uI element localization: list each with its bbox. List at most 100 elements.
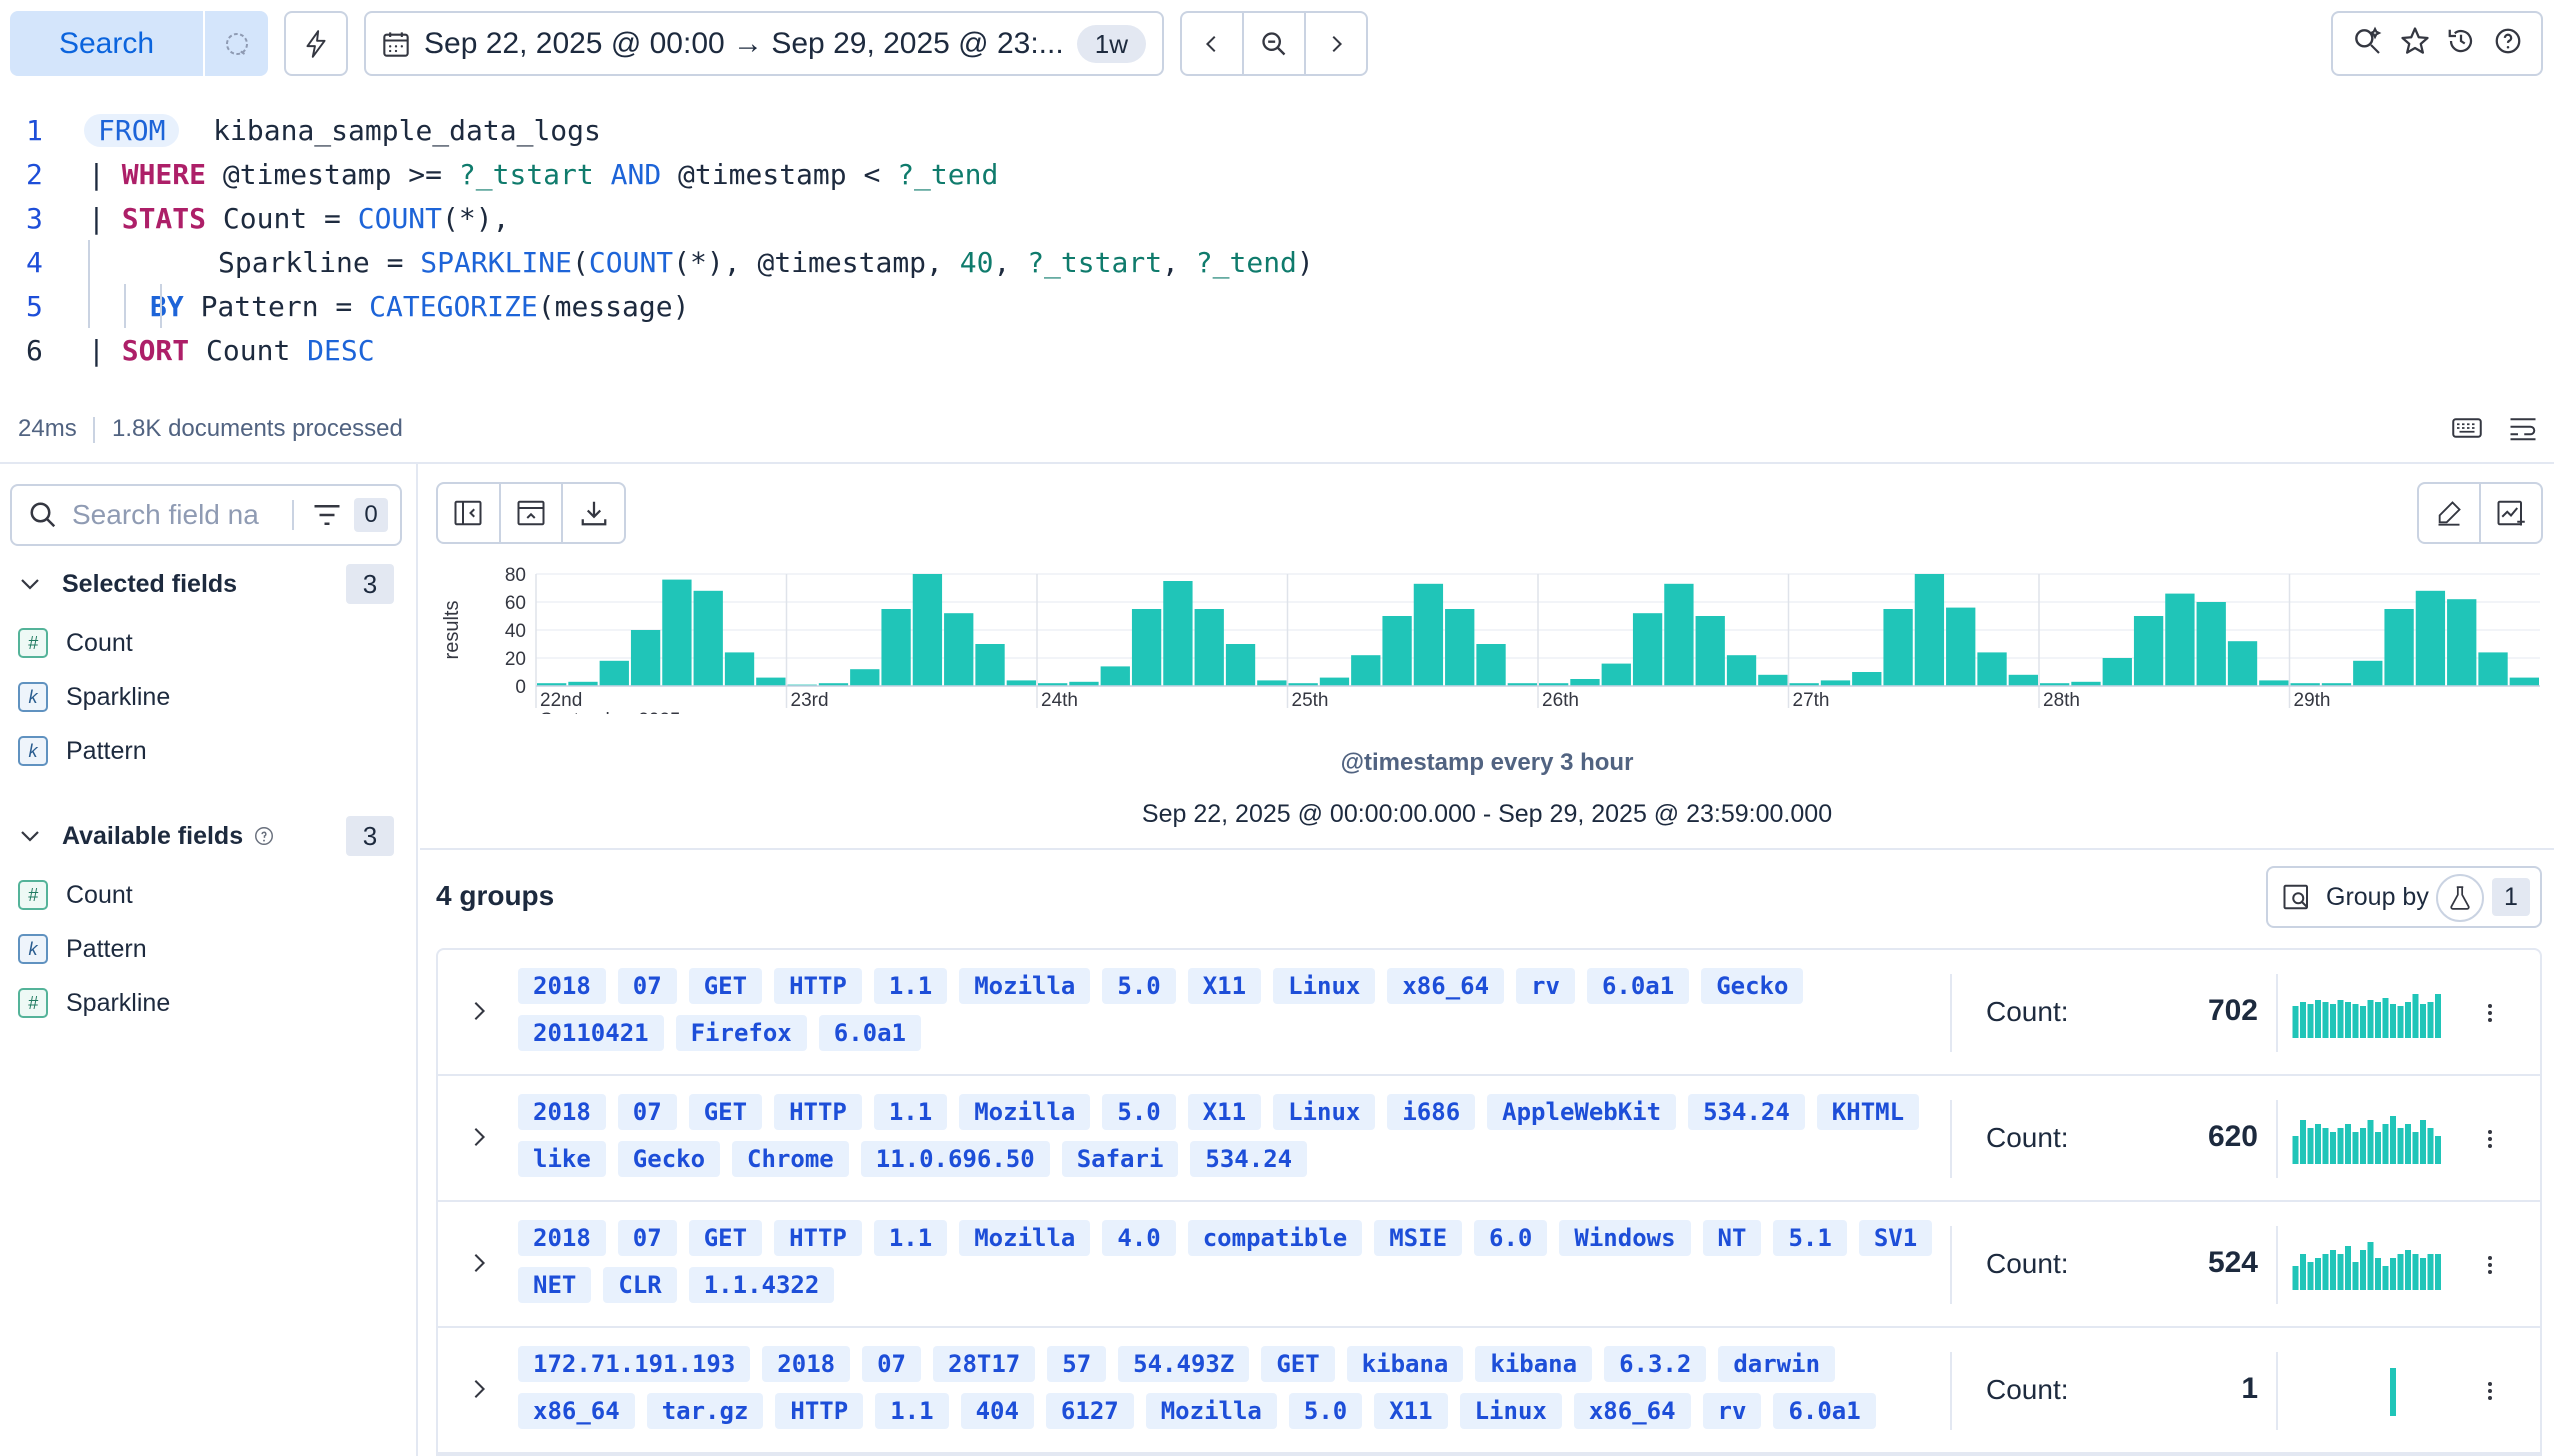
histogram-bar[interactable]: [693, 590, 723, 686]
histogram-bar[interactable]: [2008, 674, 2038, 686]
histogram-bar[interactable]: [2165, 593, 2195, 686]
histogram-bar[interactable]: [1131, 609, 1162, 686]
histogram-bar[interactable]: [756, 677, 786, 686]
keyboard-icon[interactable]: [2452, 414, 2482, 447]
group-row[interactable]: 2018 07 GET HTTP 1.1 Mozilla 4.0 compatible MSIE…: [438, 1202, 2540, 1328]
histogram-bar[interactable]: [1820, 680, 1851, 686]
histogram-bar[interactable]: [2384, 609, 2414, 686]
sparkline-bar: [2360, 1250, 2366, 1290]
ai-assist-icon[interactable]: [2351, 25, 2383, 62]
histogram-bar[interactable]: [1977, 652, 2007, 686]
download-button[interactable]: [563, 484, 624, 542]
code-token: @timestamp >=: [206, 157, 459, 191]
histogram-bar[interactable]: [2509, 677, 2539, 686]
histogram-bar[interactable]: [1695, 616, 1725, 686]
expand-chevron-icon[interactable]: [464, 996, 494, 1026]
search-button[interactable]: Search: [10, 11, 203, 76]
histogram-bar[interactable]: [662, 579, 692, 686]
histogram-bar[interactable]: [850, 669, 880, 686]
histogram-bar[interactable]: [599, 660, 629, 686]
histogram-bar[interactable]: [2353, 660, 2383, 686]
histogram-bar[interactable]: [1351, 655, 1381, 686]
histogram-bar[interactable]: [2133, 616, 2164, 686]
histogram-bar[interactable]: [1445, 609, 1475, 686]
histogram-bar[interactable]: [975, 644, 1005, 686]
histogram-bar[interactable]: [2102, 658, 2132, 686]
history-icon[interactable]: [2446, 26, 2476, 61]
sparkline-bar: [2375, 1132, 2381, 1164]
row-actions-kebab-icon[interactable]: [2480, 998, 2500, 1028]
row-actions-kebab-icon[interactable]: [2480, 1124, 2500, 1154]
filter-count[interactable]: 0: [354, 498, 388, 532]
histogram-bar[interactable]: [1570, 679, 1600, 686]
histogram-bar[interactable]: [1413, 583, 1444, 686]
histogram-bar[interactable]: [1476, 644, 1506, 686]
group-by-button[interactable]: Group by 1: [2266, 866, 2542, 928]
field-item-count[interactable]: # Count: [18, 880, 133, 910]
field-item-pattern[interactable]: k Pattern: [18, 736, 147, 766]
edit-visualization-button[interactable]: [2419, 484, 2481, 542]
histogram-bar[interactable]: [1664, 583, 1694, 686]
y-tick-label: 0: [515, 677, 526, 698]
histogram-bar[interactable]: [1883, 609, 1913, 686]
date-picker[interactable]: Sep 22, 2025 @ 00:00 → Sep 29, 2025 @ 23…: [364, 11, 1164, 76]
expand-chevron-icon[interactable]: [464, 1374, 494, 1404]
histogram-bar[interactable]: [2447, 599, 2477, 686]
histogram-bar[interactable]: [1100, 666, 1130, 686]
histogram-bar[interactable]: [724, 652, 755, 686]
pencil-icon: [2438, 501, 2461, 526]
histogram-bar[interactable]: [2259, 680, 2289, 686]
field-item-pattern[interactable]: k Pattern: [18, 934, 147, 964]
expand-chevron-icon[interactable]: [464, 1248, 494, 1278]
collapse-chart-button[interactable]: [501, 484, 564, 542]
histogram-bar[interactable]: [1319, 677, 1350, 686]
histogram-bar[interactable]: [1382, 616, 1412, 686]
histogram-bar[interactable]: [2196, 602, 2226, 686]
group-row[interactable]: 2018 07 GET HTTP 1.1 Mozilla 5.0 X11 Linux x86_64…: [438, 950, 2540, 1076]
available-fields-toggle[interactable]: Available fields: [18, 816, 275, 856]
histogram-bar[interactable]: [2415, 590, 2446, 686]
query-status: 24ms 1.8K documents processed: [18, 415, 403, 443]
field-item-sparkline[interactable]: k Sparkline: [18, 682, 170, 712]
histogram-bar[interactable]: [1257, 680, 1287, 686]
interval-badge[interactable]: 1w: [1076, 25, 1146, 63]
histogram-bar[interactable]: [1946, 607, 1976, 686]
histogram-bar[interactable]: [1601, 663, 1631, 686]
refresh-icon[interactable]: [203, 11, 268, 76]
histogram-bar[interactable]: [1632, 613, 1663, 686]
histogram-bar[interactable]: [1163, 581, 1193, 686]
group-row[interactable]: 172.71.191.193 2018 07 28T17 57 54.493Z GET kib…: [438, 1328, 2540, 1454]
save-visualization-button[interactable]: [2481, 484, 2541, 542]
histogram-bar[interactable]: [1852, 672, 1882, 686]
field-search-input[interactable]: Search field na 0: [10, 484, 402, 546]
histogram-bar[interactable]: [2227, 641, 2258, 686]
count-value: 524: [2207, 1246, 2258, 1279]
histogram-bar[interactable]: [1006, 680, 1036, 686]
field-item-count[interactable]: # Count: [18, 628, 133, 658]
group-row[interactable]: 2018 07 GET HTTP 1.1 Mozilla 5.0 X11 Linux i686 Ap…: [438, 1076, 2540, 1202]
expand-chevron-icon[interactable]: [464, 1122, 494, 1152]
pattern-token: Linux: [1273, 1094, 1376, 1130]
histogram-bar[interactable]: [1758, 674, 1788, 686]
row-actions-kebab-icon[interactable]: [2480, 1376, 2500, 1406]
histogram-bar[interactable]: [1914, 574, 1945, 686]
row-actions-kebab-icon[interactable]: [2480, 1250, 2500, 1280]
histogram-bar[interactable]: [912, 574, 943, 686]
help-icon[interactable]: [2493, 26, 2523, 61]
histogram-bar[interactable]: [881, 609, 911, 686]
next-range-button[interactable]: [1306, 13, 1366, 74]
histogram-bar[interactable]: [2478, 652, 2508, 686]
histogram-bar[interactable]: [1225, 644, 1256, 686]
histogram-bar[interactable]: [944, 613, 974, 686]
histogram-bar[interactable]: [1726, 655, 1757, 686]
lightning-icon[interactable]: [284, 11, 348, 76]
previous-range-button[interactable]: [1182, 13, 1244, 74]
wrap-lines-icon[interactable]: [2508, 414, 2538, 447]
field-item-sparkline[interactable]: # Sparkline: [18, 988, 170, 1018]
star-icon[interactable]: [2400, 26, 2430, 61]
zoom-out-button[interactable]: [1244, 13, 1306, 74]
collapse-sidebar-button[interactable]: [438, 484, 501, 542]
selected-fields-toggle[interactable]: Selected fields: [18, 564, 237, 604]
histogram-bar[interactable]: [1194, 609, 1224, 686]
histogram-bar[interactable]: [630, 630, 661, 686]
